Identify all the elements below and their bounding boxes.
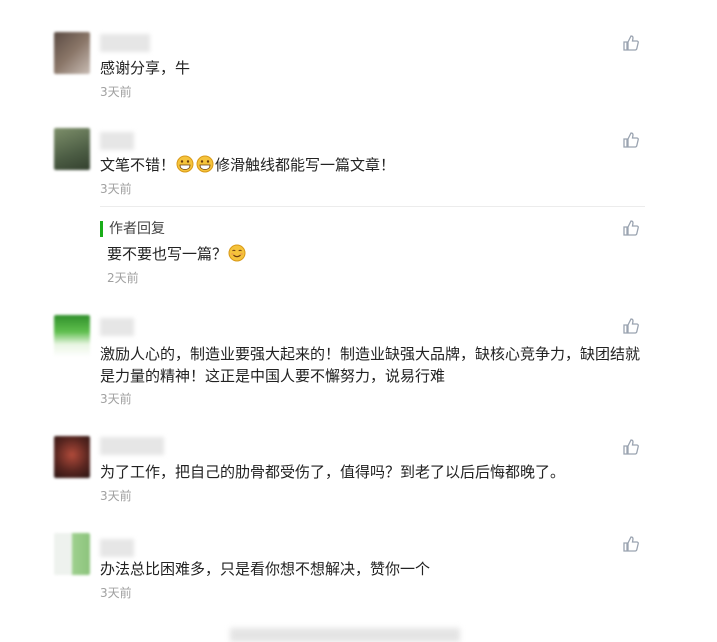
nickname-blurred <box>100 132 134 150</box>
comment-time: 3天前 <box>100 586 132 600</box>
thumbs-up-icon[interactable] <box>622 34 640 52</box>
nickname-blurred <box>100 437 164 455</box>
comment-text: 文笔不错！ 修滑触线都能写一篇文章！ <box>100 154 660 176</box>
thumbs-up-icon[interactable] <box>622 131 640 149</box>
reply-text-part: 要不要也写一篇？ <box>107 245 228 263</box>
reply-text: 要不要也写一篇？ <box>107 243 667 265</box>
comment-text: 激励人心的，制造业要强大起来的！制造业缺强大品牌，缺核心竞争力，缺团结就是力量的… <box>100 345 641 385</box>
comment-time: 3天前 <box>100 182 132 196</box>
comment-text: 为了工作，把自己的肋骨都受伤了，值得吗？到老了以后后悔都晚了。 <box>100 463 566 481</box>
thumbs-up-icon[interactable] <box>622 219 640 237</box>
avatar[interactable] <box>54 315 90 357</box>
comment-time: 3天前 <box>100 392 132 406</box>
thumbs-up-icon[interactable] <box>622 317 640 335</box>
comment-text: 感谢分享，牛 <box>100 59 191 77</box>
divider <box>100 206 645 207</box>
reply-time: 2天前 <box>107 271 139 285</box>
avatar[interactable] <box>54 128 90 170</box>
nickname-blurred <box>100 34 150 52</box>
comment-text-part: 修滑触线都能写一篇文章！ <box>215 156 396 174</box>
avatar[interactable] <box>54 32 90 74</box>
grinning-emoji-icon <box>196 155 214 173</box>
comment-time: 3天前 <box>100 85 132 99</box>
comment-text-part: 文笔不错！ <box>100 156 176 174</box>
thumbs-up-icon[interactable] <box>622 438 640 456</box>
smiling-emoji-icon <box>228 244 246 262</box>
nickname-blurred <box>100 539 134 557</box>
author-reply-label: 作者回复 <box>100 221 165 237</box>
nickname-blurred <box>100 318 134 336</box>
avatar[interactable] <box>54 533 90 575</box>
comment-text: 办法总比困难多，只是看你想不想解决，赞你一个 <box>100 560 431 578</box>
comment-time: 3天前 <box>100 489 132 503</box>
thumbs-up-icon[interactable] <box>622 535 640 553</box>
grinning-emoji-icon <box>176 155 194 173</box>
avatar[interactable] <box>54 436 90 478</box>
